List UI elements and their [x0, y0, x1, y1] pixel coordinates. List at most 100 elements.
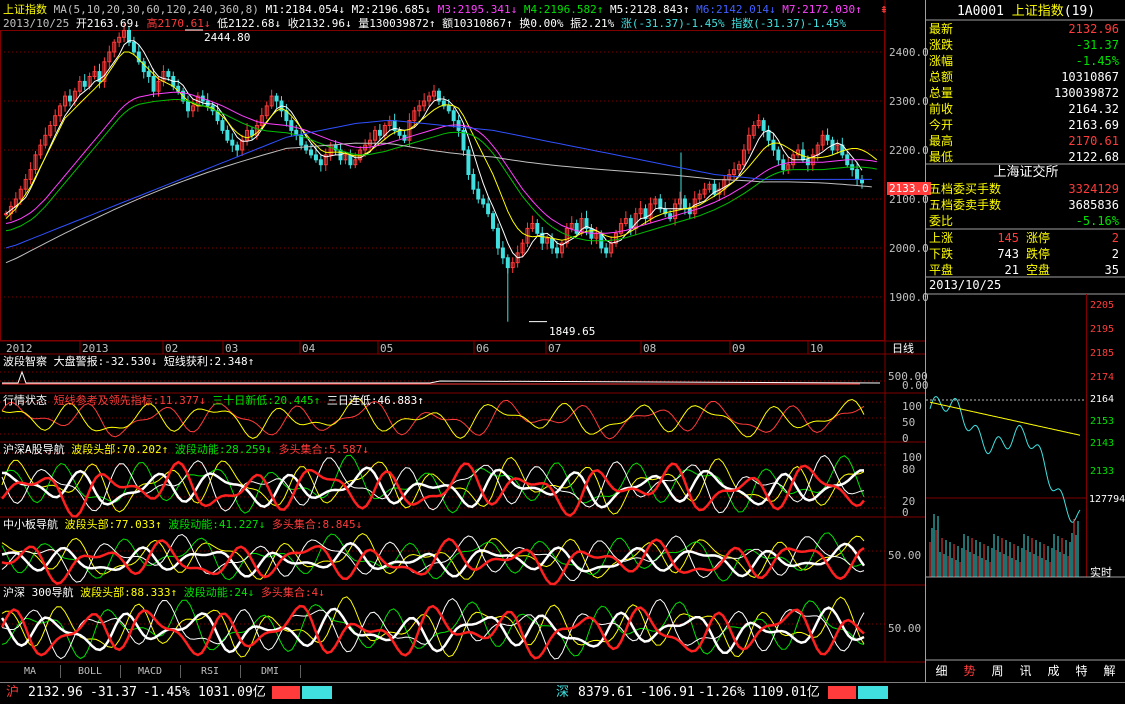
info-item-1: 开2163.69↓	[75, 17, 140, 30]
sz-amount: 1109.01亿	[752, 685, 820, 700]
candle	[249, 129, 254, 136]
info-item-9: 涨(-31.37)-1.45%	[620, 17, 725, 30]
depth-value: 3685836	[1068, 198, 1119, 212]
tab-boll[interactable]: BOLL	[60, 665, 121, 678]
breadth-value: 2	[1111, 231, 1119, 245]
candle	[628, 218, 633, 229]
date-tick: 2012	[6, 342, 33, 355]
candle	[476, 188, 481, 200]
sh-price: 2132.96	[28, 685, 83, 700]
tab-ma[interactable]: MA	[0, 665, 61, 678]
tab-rsi[interactable]: RSI	[180, 665, 241, 678]
depth-label: 五档委买手数	[929, 182, 1002, 196]
ma10-line	[5, 51, 878, 241]
indicator-value: 波段头部:70.202↑	[71, 443, 169, 456]
candle	[781, 159, 786, 171]
quote-row: 总额 10310867	[929, 69, 1123, 85]
mini-avg-line	[929, 401, 1081, 436]
candle	[235, 144, 240, 151]
quote-label: 总量	[929, 86, 954, 100]
side-tab[interactable]: 解	[1098, 663, 1121, 679]
candle	[554, 247, 559, 254]
tab-dmi[interactable]: DMI	[240, 665, 301, 678]
candle	[761, 120, 766, 131]
mini-axis-tick: 2133	[1090, 466, 1115, 477]
side-tab[interactable]: 讯	[1014, 663, 1037, 679]
indicator-value: 短线获利:2.348↑	[163, 355, 255, 368]
quote-label: 总额	[929, 70, 954, 84]
quote-label: 最低	[929, 150, 954, 164]
date-tick: 03	[225, 342, 239, 355]
candle	[82, 80, 87, 87]
indicator-scale: 50	[902, 416, 916, 429]
high-annotation: 2444.80	[204, 31, 251, 44]
sh-amount: 1031.09亿	[198, 685, 266, 700]
mini-price-line	[929, 395, 1081, 523]
breadth-label: 平盘	[929, 263, 954, 277]
mini-axis-tick: 2174	[1090, 372, 1115, 383]
price-tick: 2000.0	[889, 242, 929, 255]
ma-values: M1:2184.054↓ M2:2196.685↓ M3:2195.341↓ M…	[266, 3, 862, 16]
candle	[451, 110, 456, 122]
mini-mode-label[interactable]: 实时	[1090, 564, 1112, 580]
side-tab[interactable]: 周	[986, 663, 1009, 679]
stock-count: (19)	[1063, 4, 1096, 19]
breadth-label: 空盘	[1026, 263, 1051, 277]
info-item-0: 2013/10/25	[3, 17, 70, 30]
candle	[225, 129, 230, 141]
candle	[481, 198, 486, 205]
price-tick: 2200.0	[889, 144, 929, 157]
price-tick: 2400.0	[889, 46, 929, 59]
scroll-up-icon[interactable]: ⇞	[880, 3, 892, 17]
indicator-name: 沪深 300导航	[3, 586, 74, 599]
side-tab[interactable]: 特	[1070, 663, 1093, 679]
candle	[495, 227, 500, 249]
candle	[604, 247, 609, 254]
quote-row: 今开 2163.69	[929, 117, 1123, 133]
candle	[186, 100, 191, 112]
mini-axis-tick: 2164	[1090, 394, 1115, 405]
indicator-value: 波段头部:88.333↑	[80, 586, 178, 599]
breadth-value: 35	[1104, 263, 1119, 277]
candle	[766, 129, 771, 141]
candle	[131, 41, 136, 53]
quote-row: 总量 130039872	[929, 85, 1123, 101]
breadth-row: 下跌 743 跌停 2	[929, 246, 1123, 262]
candle	[860, 178, 864, 184]
side-tab[interactable]: 成	[1042, 663, 1065, 679]
depth-row: 五档委买手数 3324129	[929, 181, 1123, 197]
side-tab[interactable]: 势	[958, 663, 981, 679]
sh-breadth-bar	[272, 686, 332, 699]
indicator-name: 行情状态	[3, 394, 47, 407]
mini-axis-tick: 2153	[1090, 416, 1115, 427]
candle	[486, 203, 491, 215]
candle	[574, 223, 579, 234]
ma-value-3: M3:2195.341↓	[437, 3, 518, 16]
breadth-label: 下跌	[929, 247, 954, 261]
candle	[466, 149, 471, 175]
indicator-header-3: 中小板导航 波段头部:77.033↑ 波段动能:41.227↓ 多头集合:8.8…	[3, 518, 362, 531]
sz-breadth-bar	[828, 686, 888, 699]
candle	[309, 149, 314, 156]
breadth-value: 145	[997, 231, 1019, 245]
quote-row: 前收 2164.32	[929, 101, 1123, 117]
ma360-line	[5, 142, 872, 264]
ma-value-2: M2:2196.685↓	[351, 3, 432, 16]
price-tick: 1900.0	[889, 291, 929, 304]
candle	[274, 95, 279, 102]
indicator-value: 波段头部:77.033↑	[64, 518, 162, 531]
candle	[377, 129, 382, 136]
wave-white-line	[1, 454, 865, 514]
candle	[146, 71, 151, 77]
ma240-line	[5, 120, 872, 249]
tab-macd[interactable]: MACD	[120, 665, 181, 678]
indicator-value: 多头集合:5.587↓	[278, 443, 369, 456]
indicator-value: 波段动能:41.227↓	[168, 518, 266, 531]
candle	[289, 120, 294, 131]
info-item-6: 额10310867↑	[442, 17, 513, 30]
side-tab[interactable]: 细	[930, 663, 953, 679]
indicator-header-2: 沪深A股导航 波段头部:70.202↑ 波段动能:28.259↓ 多头集合:5.…	[3, 443, 369, 456]
quote-value: 2132.96	[1068, 22, 1119, 36]
period-button[interactable]: 日线	[892, 342, 914, 355]
breadth-row: 平盘 21 空盘 35	[929, 262, 1123, 278]
